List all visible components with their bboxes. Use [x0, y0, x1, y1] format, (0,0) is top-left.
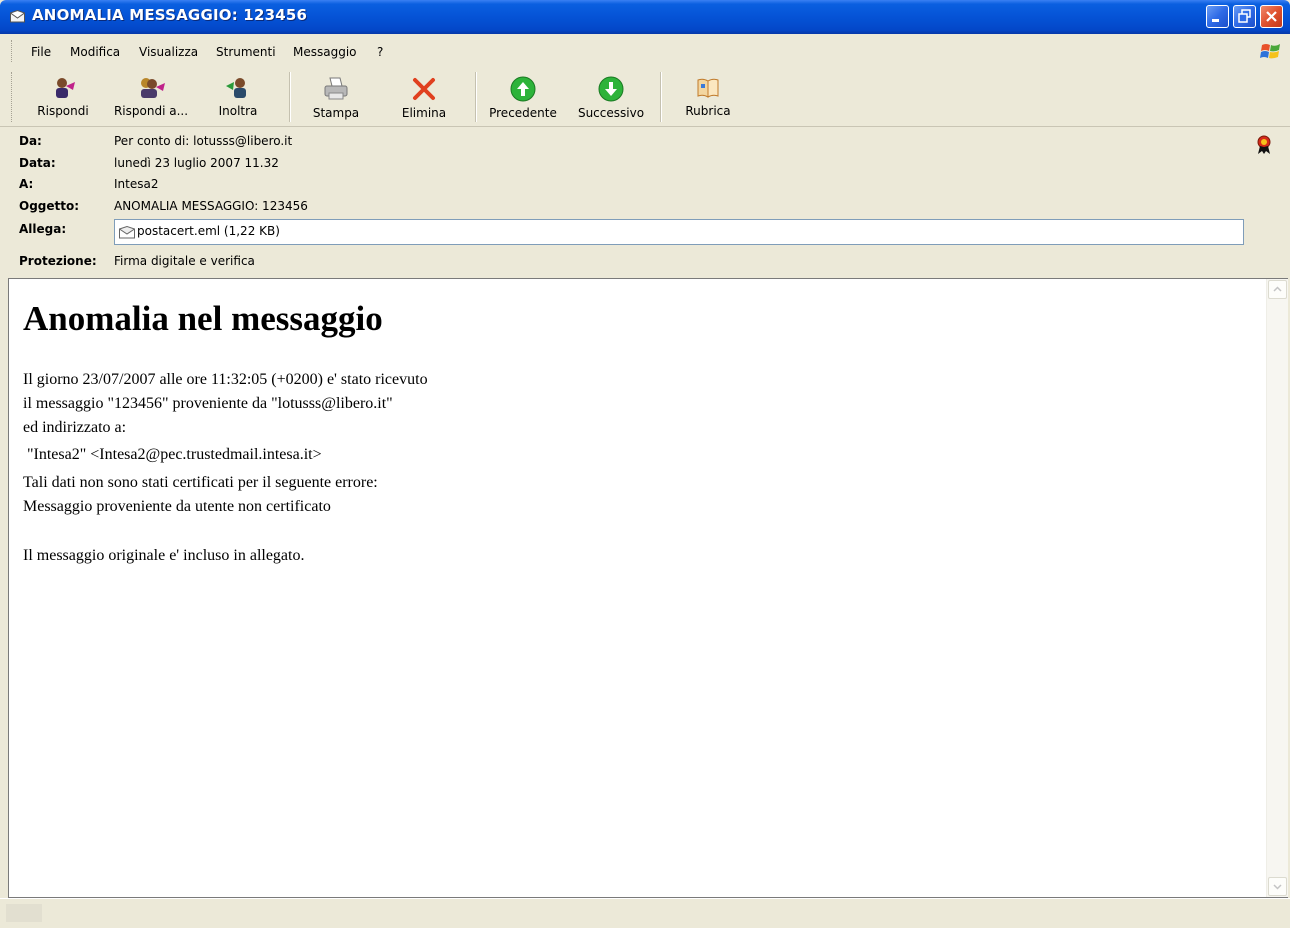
delete-button[interactable]: Elimina: [394, 70, 454, 124]
message-body[interactable]: Anomalia nel messaggio Il giorno 23/07/2…: [8, 278, 1288, 898]
attachment-field[interactable]: postacert.eml (1,22 KB): [114, 219, 1244, 245]
body-line: il messaggio "123456" proveniente da "lo…: [23, 395, 393, 412]
vertical-scrollbar[interactable]: [1266, 279, 1288, 897]
menu-bar: File Modifica Visualizza Strumenti Messa…: [0, 34, 1290, 69]
menu-messaggio[interactable]: Messaggio: [293, 45, 357, 59]
envelope-attachment-icon: [119, 226, 135, 239]
to-label: A:: [19, 177, 34, 191]
body-line: "Intesa2" <Intesa2@pec.trustedmail.intes…: [23, 446, 322, 463]
body-line: ed indirizzato a:: [23, 419, 127, 436]
reply-button[interactable]: Rispondi: [30, 70, 96, 124]
menu-file[interactable]: File: [31, 45, 51, 59]
menu-help[interactable]: ?: [377, 45, 383, 59]
red-x-icon: [413, 78, 435, 100]
status-pane: [6, 904, 42, 922]
delete-label: Elimina: [401, 106, 447, 120]
date-value: lunedì 23 luglio 2007 11.32: [114, 156, 279, 170]
window-title: ANOMALIA MESSAGGIO: 123456: [32, 6, 308, 24]
chevron-down-icon: [1273, 884, 1282, 890]
from-value: Per conto di: lotusss@libero.it: [114, 134, 293, 148]
green-down-arrow-icon: [598, 76, 624, 102]
attachment-file[interactable]: postacert.eml (1,22 KB): [137, 224, 280, 238]
next-button[interactable]: Successivo: [572, 70, 650, 124]
chevron-up-icon: [1273, 286, 1282, 292]
body-title: Anomalia nel messaggio: [23, 299, 383, 338]
printer-icon: [324, 77, 348, 100]
toolbar-separator: [475, 72, 477, 122]
toolbar: Rispondi Rispondi a... Inoltra Stampa El…: [0, 68, 1290, 127]
next-label: Successivo: [577, 106, 645, 120]
reply-all-people-icon: [141, 78, 165, 98]
toolbar-grip[interactable]: [11, 72, 14, 122]
subject-label: Oggetto:: [19, 199, 80, 213]
minimize-icon: [1212, 19, 1219, 22]
forward-button[interactable]: Inoltra: [207, 70, 269, 124]
reply-all-button[interactable]: Rispondi a...: [110, 70, 192, 124]
green-up-arrow-icon: [510, 76, 536, 102]
date-label: Data:: [19, 156, 56, 170]
previous-button[interactable]: Precedente: [484, 70, 562, 124]
forward-person-icon: [226, 78, 246, 98]
restore-icon: [1238, 9, 1251, 23]
security-value: Firma digitale e verifica: [114, 254, 255, 268]
from-label: Da:: [19, 134, 42, 148]
addressbook-label: Rubrica: [685, 104, 731, 118]
previous-label: Precedente: [489, 106, 557, 120]
addressbook-button[interactable]: Rubrica: [676, 70, 740, 124]
menu-modifica[interactable]: Modifica: [70, 45, 120, 59]
body-line: Tali dati non sono stati certificati per…: [23, 474, 378, 491]
body-line: Il messaggio originale e' incluso in all…: [23, 547, 305, 564]
reply-label: Rispondi: [37, 104, 89, 118]
close-button[interactable]: [1260, 5, 1283, 28]
subject-value: ANOMALIA MESSAGGIO: 123456: [114, 199, 308, 213]
reply-person-icon: [56, 78, 75, 98]
certificate-seal-icon[interactable]: [1256, 135, 1272, 155]
menu-visualizza[interactable]: Visualizza: [139, 45, 198, 59]
status-bar: [0, 898, 1290, 928]
message-header: Da: Per conto di: lotusss@libero.it Data…: [8, 127, 1290, 278]
print-button[interactable]: Stampa: [300, 70, 372, 124]
close-icon: [1266, 11, 1277, 22]
scroll-up-button[interactable]: [1268, 280, 1287, 299]
title-bar[interactable]: ANOMALIA MESSAGGIO: 123456: [0, 0, 1290, 34]
scroll-down-button[interactable]: [1268, 877, 1287, 896]
print-label: Stampa: [312, 106, 360, 120]
menu-grip[interactable]: [11, 40, 14, 62]
security-label: Protezione:: [19, 254, 97, 268]
attach-label: Allega:: [19, 222, 67, 236]
toolbar-separator: [660, 72, 662, 122]
toolbar-separator: [289, 72, 291, 122]
restore-button[interactable]: [1233, 5, 1256, 28]
envelope-icon: [10, 10, 25, 23]
windows-logo-icon: [1260, 44, 1280, 59]
body-line: Il giorno 23/07/2007 alle ore 11:32:05 (…: [23, 371, 428, 388]
forward-label: Inoltra: [218, 104, 258, 118]
body-line: Messaggio proveniente da utente non cert…: [23, 498, 331, 515]
to-value: Intesa2: [114, 177, 159, 191]
minimize-button[interactable]: [1206, 5, 1229, 28]
reply-all-label: Rispondi a...: [113, 104, 189, 118]
address-book-icon: [697, 78, 719, 98]
menu-strumenti[interactable]: Strumenti: [216, 45, 276, 59]
